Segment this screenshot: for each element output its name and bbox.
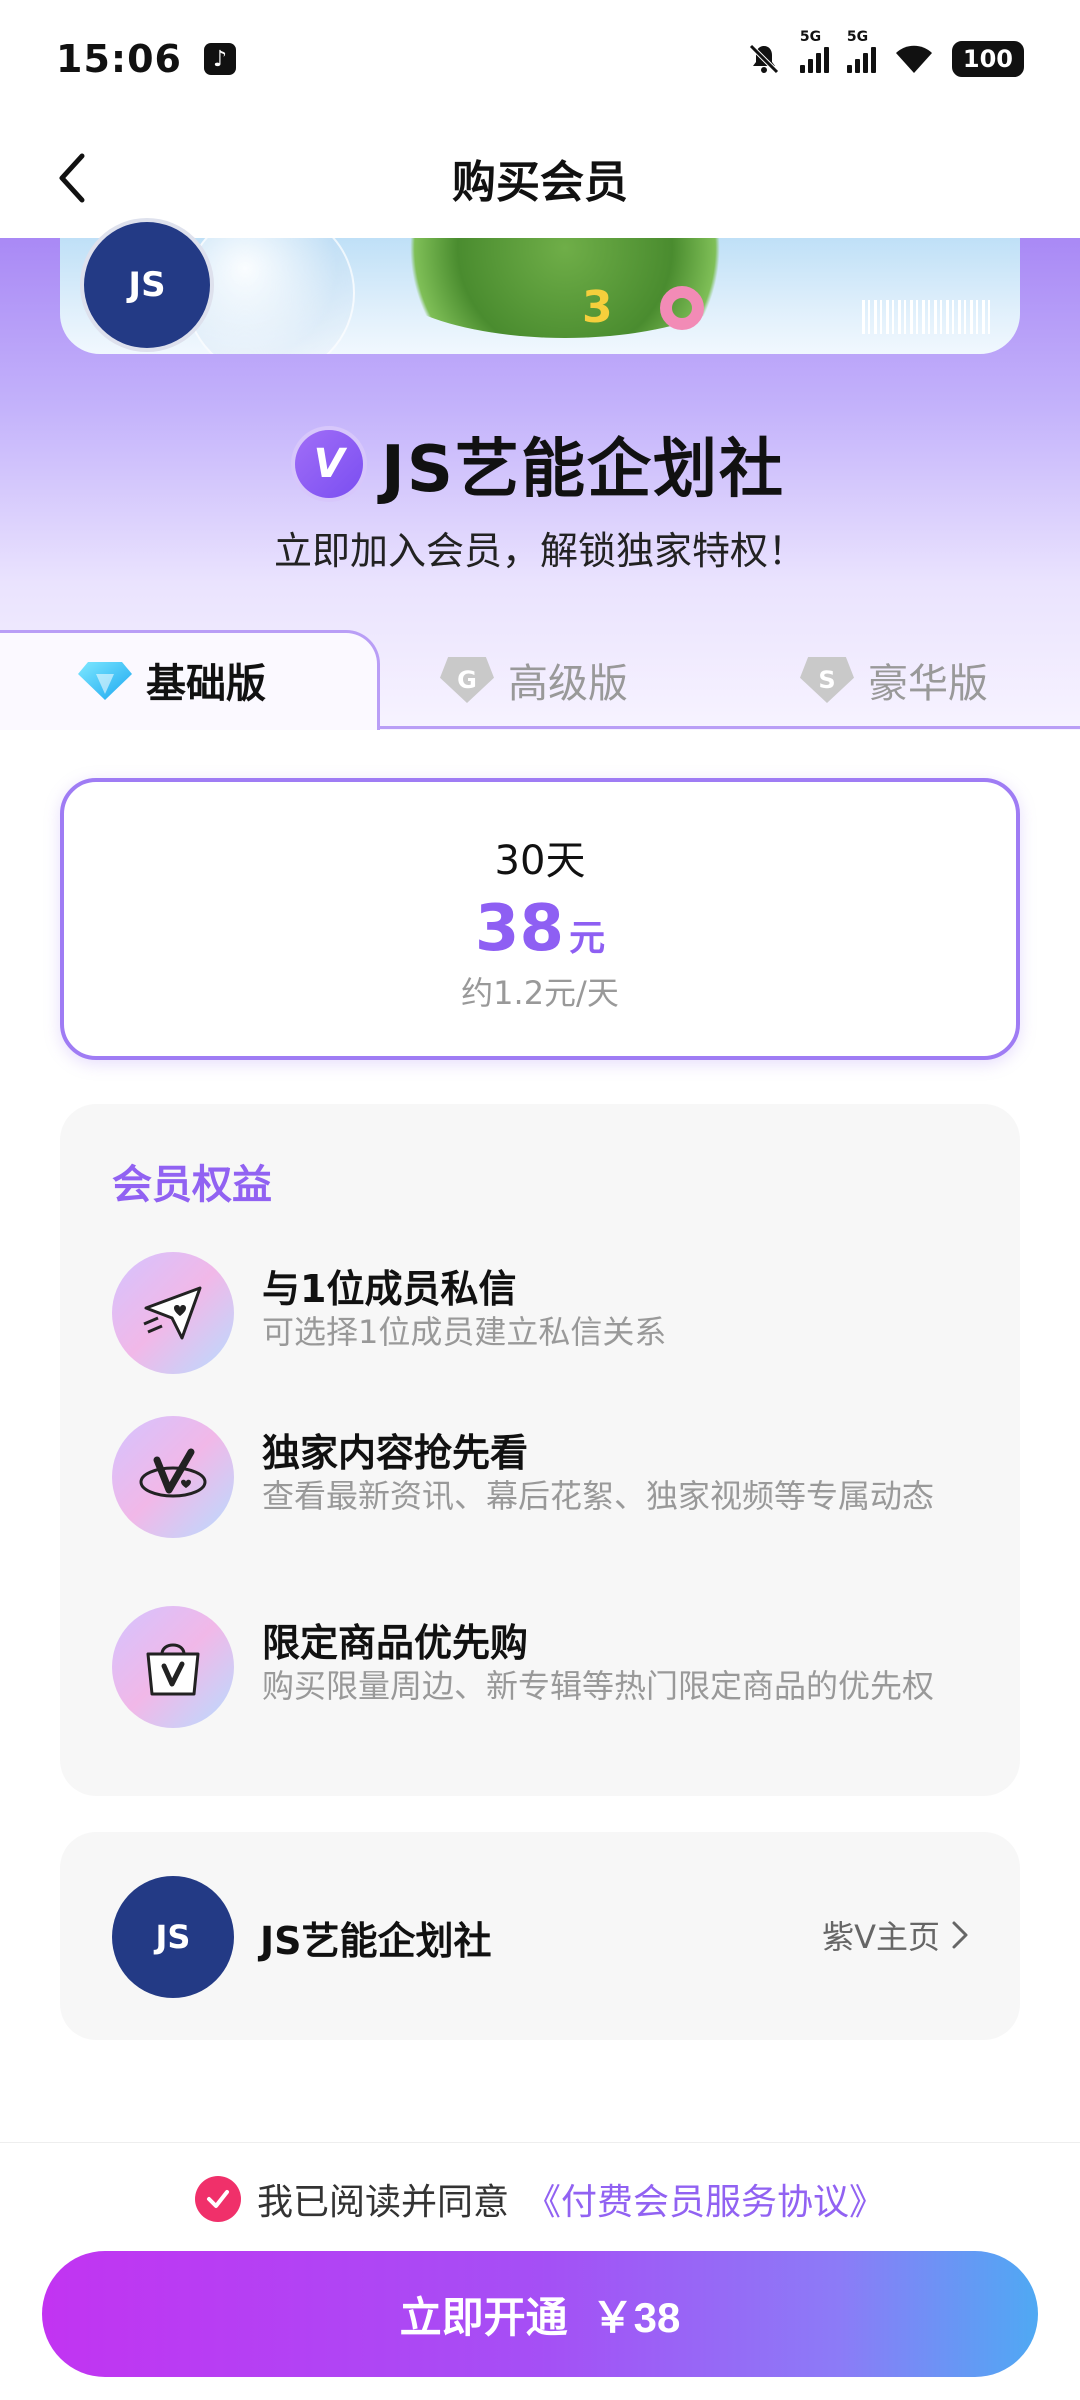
v-badge-text: V	[313, 441, 345, 487]
agreement-text: 我已阅读并同意	[256, 2182, 509, 2223]
club-profile-card[interactable]: JS JS艺能企划社 紫V主页	[60, 1832, 1020, 2040]
paper-plane-heart-icon	[112, 1252, 234, 1374]
club-avatar-text: JS	[155, 1918, 191, 1956]
tab-luxury[interactable]: S 豪华版	[800, 630, 988, 730]
plan-price-number: 38	[474, 892, 564, 966]
plan-price: 38 元	[64, 892, 1016, 966]
banner-digit-decoration: 3	[582, 282, 613, 333]
chevron-right-icon	[952, 1921, 968, 1949]
tab-luxury-label: 豪华版	[868, 661, 988, 707]
benefit-description: 可选择1位成员建立私信关系	[262, 1313, 667, 1351]
club-logo-text: JS	[128, 265, 166, 305]
s-tier-icon: S	[800, 657, 854, 703]
agreement-link[interactable]: 《付费会员服务协议》	[525, 2173, 885, 2225]
signal-strength-icon-2: 5G	[846, 29, 876, 73]
member-benefits-card: 会员权益 与1位成员私信 可选择1位成员建立私信关系 独家内容抢先看 查看最新资…	[60, 1104, 1020, 1796]
plan-price-unit: 元	[569, 918, 606, 959]
plan-duration: 30天	[494, 838, 586, 884]
hero-section: 3 JS V JS艺能企划社 立即加入会员，解锁独家特权！ 基础版 G 高级版 …	[0, 218, 1080, 730]
back-arrow-icon[interactable]	[46, 148, 106, 208]
page-title: 购买会员	[452, 157, 628, 208]
diamond-icon	[78, 662, 132, 700]
tab-basic-label: 基础版	[146, 661, 266, 707]
agreement-checkbox[interactable]	[194, 2176, 241, 2222]
club-avatar: JS	[112, 1876, 234, 1998]
membership-tier-tabs: 基础版 G 高级版 S 豪华版	[0, 630, 1080, 730]
v-ring-icon	[112, 1416, 234, 1538]
bell-muted-icon	[749, 44, 779, 74]
benefit-title: 限定商品优先购	[262, 1621, 529, 1665]
tab-advanced-label: 高级版	[508, 661, 628, 707]
club-title: JS艺能企划社	[381, 433, 785, 507]
activate-membership-button[interactable]: 立即开通 ￥38	[42, 2251, 1038, 2377]
club-homepage-link-label: 紫V主页	[822, 1918, 940, 1956]
plan-price-per-day: 约1.2元/天	[461, 974, 619, 1012]
benefit-description: 购买限量周边、新专辑等热门限定商品的优先权	[262, 1667, 935, 1705]
donut-decoration	[660, 286, 704, 330]
network-type-label-2: 5G	[846, 29, 869, 45]
shopping-bag-icon	[112, 1606, 234, 1728]
status-icons: 5G 5G 100	[746, 29, 1024, 77]
benefit-title: 与1位成员私信	[262, 1267, 517, 1311]
benefit-description: 查看最新资讯、幕后花絮、独家视频等专属动态	[262, 1477, 935, 1515]
club-logo: JS	[80, 218, 214, 352]
bottom-purchase-bar: 我已阅读并同意 《付费会员服务协议》 立即开通 ￥38	[0, 2142, 1080, 2400]
tab-advanced[interactable]: G 高级版	[440, 630, 628, 730]
tab-basic[interactable]: 基础版	[78, 630, 266, 730]
club-homepage-link[interactable]: 紫V主页	[822, 1912, 970, 1958]
verified-v-icon: V	[295, 430, 364, 498]
tree-decoration	[370, 238, 760, 338]
agreement-row: 我已阅读并同意 《付费会员服务协议》	[0, 2173, 1080, 2225]
network-type-label: 5G	[799, 29, 822, 45]
benefit-title: 独家内容抢先看	[262, 1431, 529, 1475]
barcode-decoration	[862, 300, 992, 334]
buy-button-price: ￥38	[591, 2293, 681, 2341]
plan-price-card[interactable]: 30天 38 元 约1.2元/天	[60, 778, 1020, 1060]
buy-button-label: 立即开通	[399, 2293, 568, 2341]
status-time: 15:06	[56, 37, 182, 81]
club-title-row: V JS艺能企划社	[0, 418, 1080, 510]
benefits-title: 会员权益	[112, 1162, 272, 1208]
checkmark-icon	[206, 2190, 229, 2208]
tiktok-notification-icon: ♪	[203, 43, 236, 75]
status-bar: 15:06 ♪ 5G 5G 100	[0, 0, 1080, 118]
battery-indicator: 100	[951, 41, 1024, 77]
signal-strength-icon: 5G	[799, 29, 829, 73]
wifi-icon	[895, 45, 932, 73]
g-tier-icon: G	[440, 657, 494, 703]
club-name: JS艺能企划社	[260, 1919, 492, 1963]
club-subtitle: 立即加入会员，解锁独家特权！	[273, 529, 806, 573]
